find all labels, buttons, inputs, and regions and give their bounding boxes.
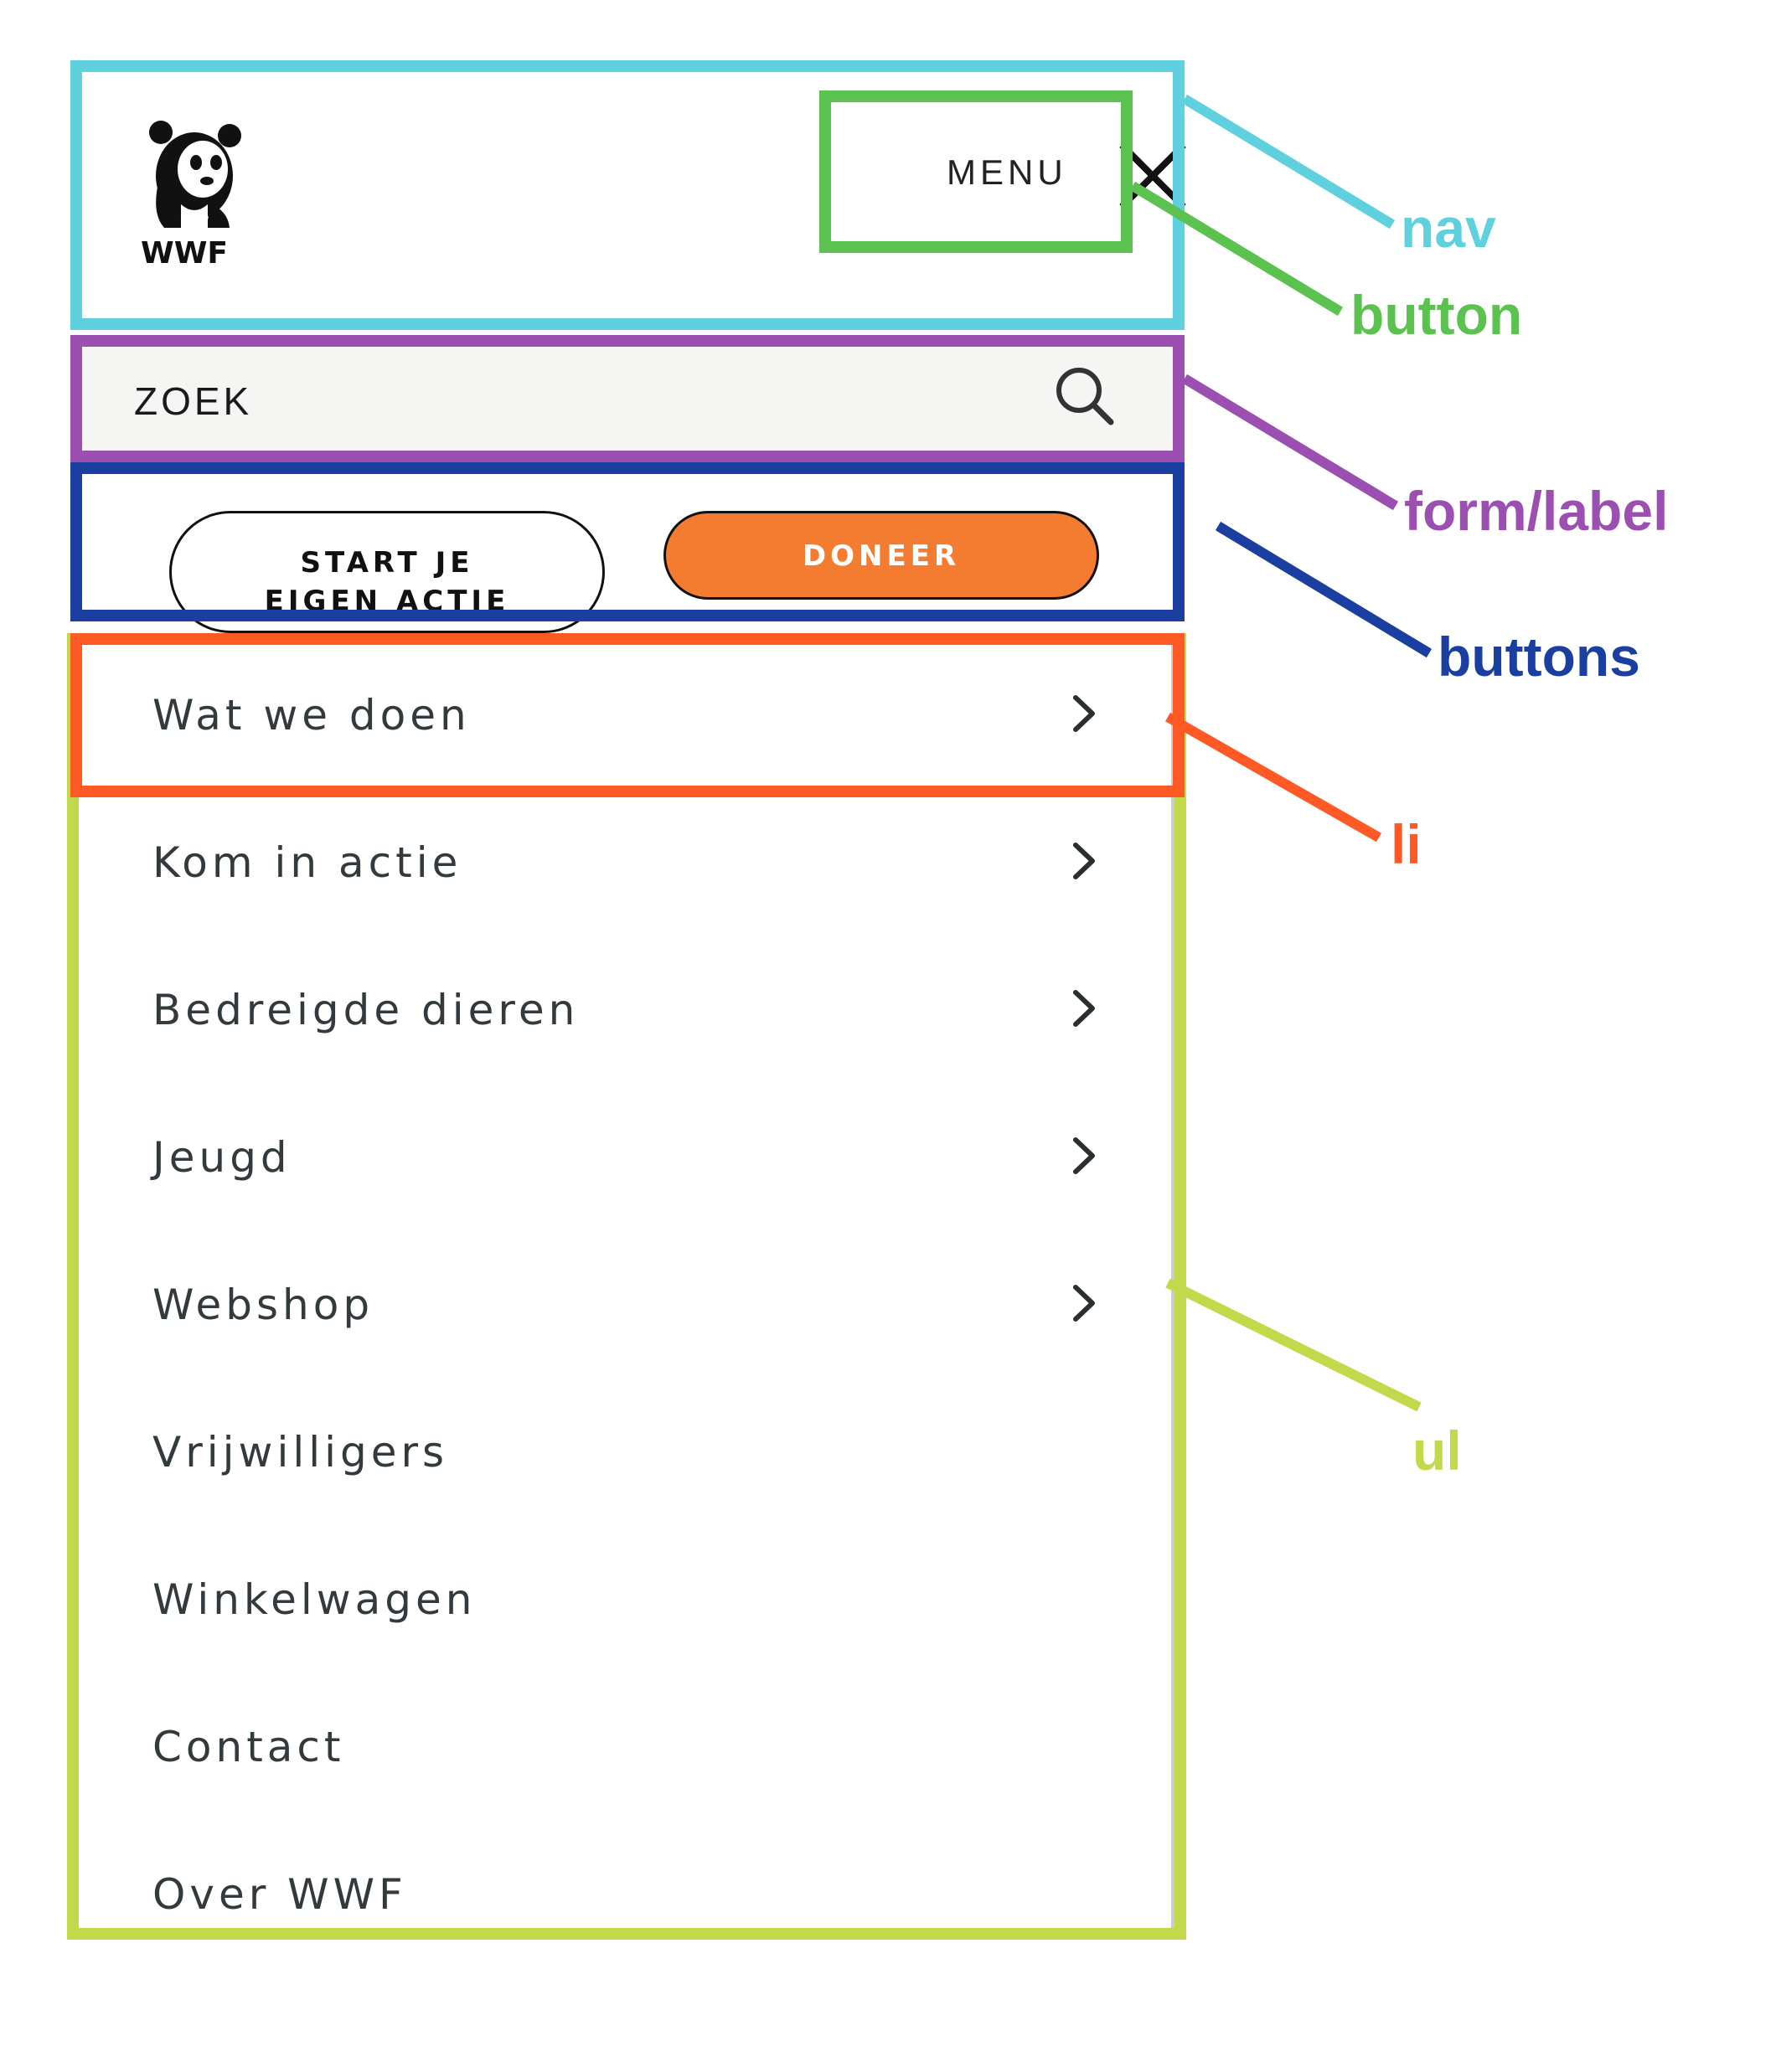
close-icon [1119,142,1186,209]
chevron-right-icon [1073,843,1095,879]
annotation-label-li: li [1391,813,1422,875]
annotation-label-nav: nav [1401,197,1496,259]
menu-item[interactable]: Jeugd [77,1080,1171,1227]
chevron-right-icon [1073,990,1095,1027]
annotation-label-form-label: form/label [1404,480,1669,542]
annotated-screenshot: WWF MENU ZOEK START JE EIGEN ACTIE DONEE… [0,0,1781,2072]
menu-item-label: Webshop [152,1281,374,1329]
menu-toggle-button[interactable]: MENU [839,99,1208,254]
chevron-right-icon [1073,1285,1095,1322]
wwf-logo[interactable]: WWF [136,121,253,271]
menu-item[interactable]: Over WWF [77,1817,1171,1964]
start-own-action-button[interactable]: START JE EIGEN ACTIE [169,511,605,633]
mobile-menu: WWF MENU ZOEK START JE EIGEN ACTIE DONEE… [77,65,1186,1940]
start-button-line1: START JE [300,545,474,580]
menu-item[interactable]: Winkelwagen [77,1522,1171,1669]
menu-item[interactable]: Webshop [77,1227,1171,1374]
annotation-label-buttons: buttons [1438,626,1640,688]
search-form[interactable]: ZOEK [77,338,1180,456]
menu-list: Wat we doen Kom in actie Bedreigde dieren J… [77,637,1176,1940]
nav-bar: WWF MENU [77,65,1186,325]
menu-item-label: Vrijwilligers [152,1428,449,1477]
menu-item-label: Wat we doen [152,691,471,740]
menu-item[interactable]: Kom in actie [77,785,1171,932]
menu-item[interactable]: Vrijwilligers [77,1374,1171,1522]
annotation-label-ul: ul [1412,1420,1462,1482]
panda-icon: WWF [141,121,241,271]
menu-item-label: Bedreigde dieren [152,986,580,1034]
menu-item-label: Winkelwagen [152,1575,477,1624]
chevron-right-icon [1073,695,1095,732]
menu-item-label: Jeugd [152,1133,292,1182]
donate-button[interactable]: DONEER [663,511,1099,600]
start-button-line2: EIGEN ACTIE [264,584,510,618]
menu-item-label: Contact [152,1723,345,1771]
menu-item-label: Kom in actie [152,838,462,887]
annotation-label-button: button [1350,284,1523,346]
logo-text: WWF [141,236,228,271]
menu-item[interactable]: Contact [77,1669,1171,1817]
menu-button-label: MENU [947,152,1067,192]
menu-item[interactable]: Bedreigde dieren [77,932,1171,1080]
menu-item[interactable]: Wat we doen [77,637,1171,785]
chevron-right-icon [1073,1137,1095,1174]
menu-item-label: Over WWF [152,1870,407,1919]
search-icon[interactable] [1051,362,1118,429]
search-label: ZOEK [134,379,253,423]
